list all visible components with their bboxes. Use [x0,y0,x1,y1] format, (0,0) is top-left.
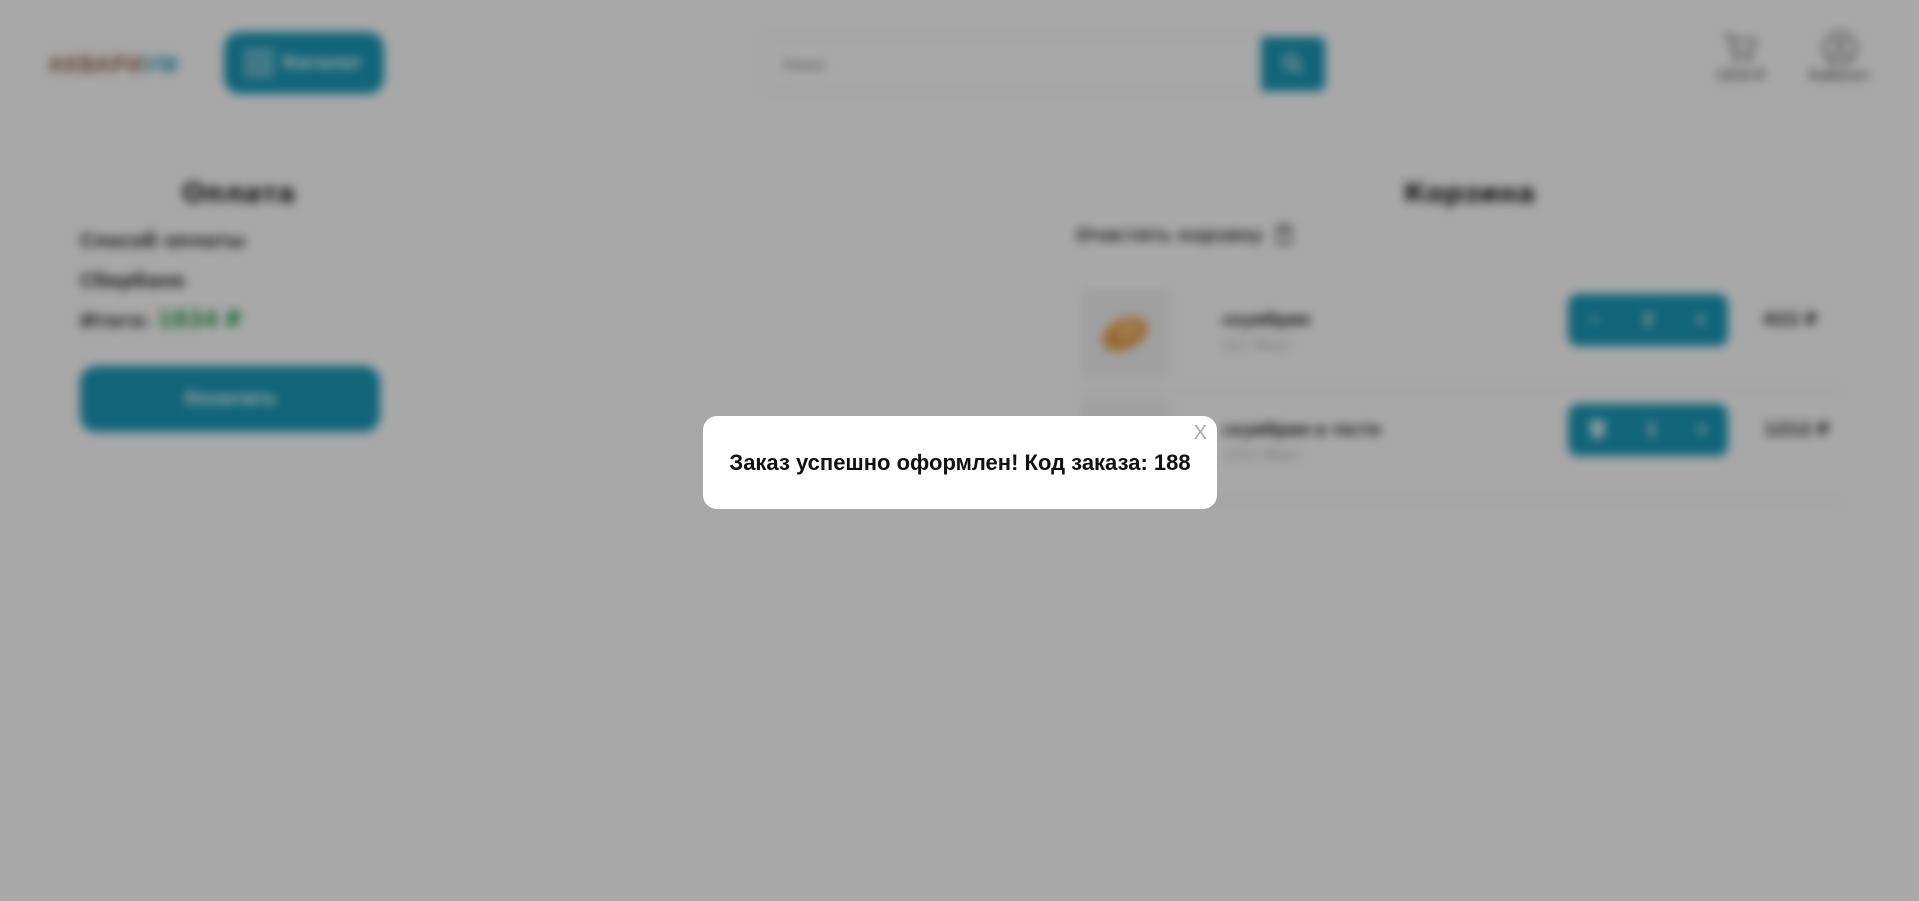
order-success-modal: X Заказ успешно оформлен! Код заказа: 18… [703,416,1217,509]
close-button[interactable]: X [1194,422,1207,445]
modal-message: Заказ успешно оформлен! Код заказа: 188 [729,450,1191,475]
